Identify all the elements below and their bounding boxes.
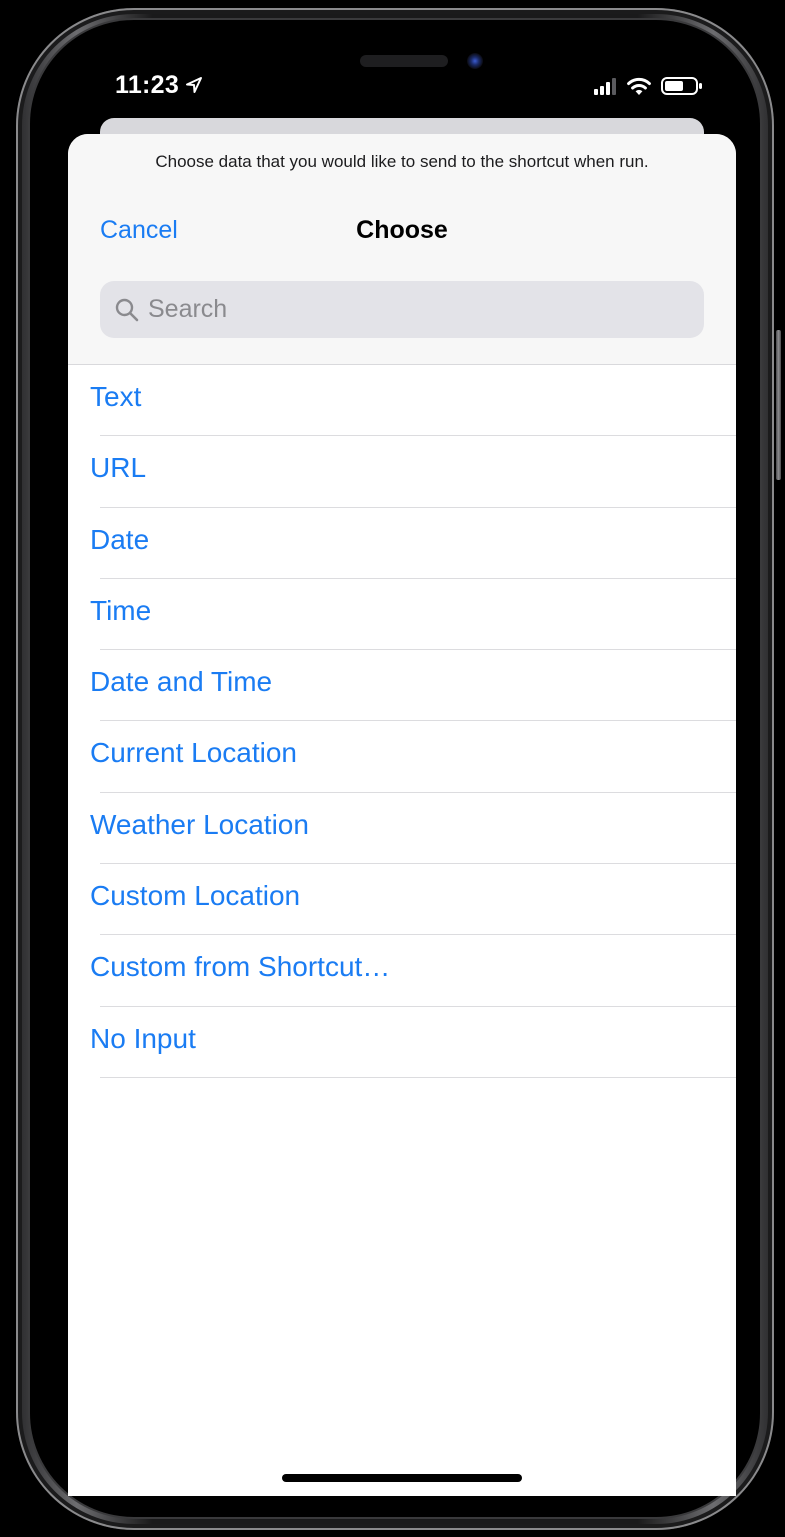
list-item-label: Date [90, 523, 150, 555]
list-item-label: Custom Location [90, 880, 301, 912]
battery-icon [661, 77, 702, 95]
list-item[interactable]: Date and Time [68, 650, 736, 722]
device-canvas: 11:23 Choose data that you would like to… [0, 0, 785, 1537]
list-item-label: URL [90, 452, 147, 484]
location-arrow-icon [186, 77, 203, 93]
choose-input-sheet: Choose data that you would like to send … [68, 134, 736, 1496]
list-item[interactable]: Custom from Shortcut… [68, 935, 736, 1007]
list-item[interactable]: Text [68, 365, 736, 437]
earpiece-speaker [360, 55, 448, 67]
cancel-button[interactable]: Cancel [100, 216, 178, 245]
sheet-header: Choose data that you would like to send … [68, 134, 736, 365]
sheet-prompt: Choose data that you would like to send … [155, 152, 649, 171]
list-item[interactable]: Date [68, 508, 736, 579]
list-item[interactable]: Current Location [68, 721, 736, 793]
list-item[interactable]: Time [68, 579, 736, 651]
status-bar-clock: 11:23 [115, 66, 203, 104]
list-item-label: Custom from Shortcut… [90, 951, 391, 983]
search-icon [115, 298, 139, 321]
list-item-label: Text [90, 381, 142, 412]
list-item-label: No Input [90, 1022, 196, 1054]
list-item[interactable]: URL [68, 436, 736, 508]
side-button [776, 330, 781, 480]
list-item-label: Weather Location [90, 808, 309, 840]
wifi-icon [627, 77, 651, 95]
status-indicators [593, 74, 703, 98]
status-time-text: 11:23 [115, 70, 180, 99]
list-item[interactable]: No Input [68, 1007, 736, 1078]
list-item[interactable]: Custom Location [68, 864, 736, 936]
list-separator [100, 1076, 736, 1078]
list-item[interactable]: Weather Location [68, 793, 736, 865]
list-item-label: Date and Time [90, 666, 273, 698]
input-type-list: Text URL Date Time Date and Time Current Loca… [68, 365, 736, 1078]
cellular-signal-icon [594, 78, 616, 95]
list-item-label: Time [90, 594, 152, 626]
search-field[interactable] [100, 281, 704, 338]
search-input[interactable] [148, 295, 668, 324]
front-camera [467, 53, 483, 69]
home-indicator[interactable] [282, 1474, 522, 1482]
list-item-label: Current Location [90, 737, 298, 769]
